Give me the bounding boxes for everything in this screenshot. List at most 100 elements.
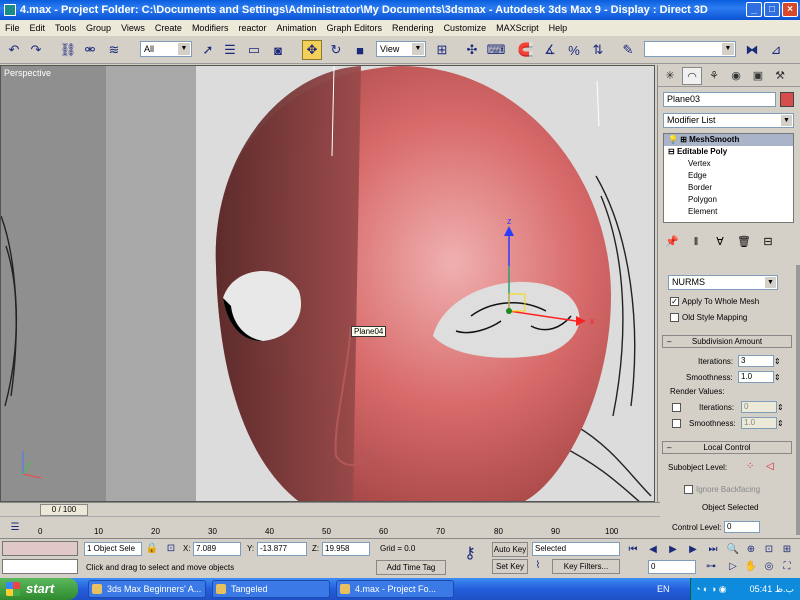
link-icon[interactable]: ⛓ (58, 40, 78, 60)
start-button[interactable]: start (0, 578, 78, 600)
go-to-start-icon[interactable]: ⏮ (626, 543, 640, 557)
reference-coord-dropdown[interactable]: View (376, 41, 426, 57)
lock-selection-icon[interactable]: 🔒 (145, 542, 159, 556)
y-coordinate-field[interactable]: -13.877 (257, 542, 307, 556)
maxscript-listener-mini[interactable] (2, 541, 78, 556)
close-button[interactable]: × (782, 2, 798, 17)
auto-key-button[interactable]: Auto Key (492, 542, 528, 557)
menu-edit[interactable]: Edit (25, 23, 51, 33)
field-of-view-icon[interactable]: ▷ (726, 560, 740, 574)
minimize-button[interactable]: _ (746, 2, 762, 17)
command-panel-scrollbar[interactable] (796, 265, 800, 535)
pin-stack-icon[interactable]: 📌 (663, 233, 681, 251)
subdivision-method-dropdown[interactable]: NURMS (668, 275, 778, 290)
smoothness-spinner[interactable]: 1.0 (738, 371, 774, 383)
menu-maxscript[interactable]: MAXScript (491, 23, 544, 33)
stack-item-meshsmooth[interactable]: 💡 ⊞ MeshSmooth (664, 134, 793, 146)
maximize-button[interactable]: □ (764, 2, 780, 17)
selection-filter-dropdown[interactable]: All (140, 41, 192, 57)
menu-create[interactable]: Create (150, 23, 187, 33)
create-tab-icon[interactable]: ✳ (660, 67, 680, 85)
render-smoothness-spinner[interactable]: 1.0 (741, 417, 777, 429)
current-frame-field[interactable]: 0 (648, 560, 696, 574)
make-unique-icon[interactable]: ∀ (711, 233, 729, 251)
viewport-label[interactable]: Perspective (4, 68, 51, 78)
previous-frame-icon[interactable]: ◀ (646, 543, 660, 557)
key-mode-toggle-icon[interactable]: ⊶ (704, 560, 718, 574)
next-frame-icon[interactable]: ▶ (686, 543, 700, 557)
set-key-button[interactable]: Set Key (492, 559, 528, 574)
menu-rendering[interactable]: Rendering (387, 23, 439, 33)
edge-subobject-icon[interactable]: ◁ (766, 461, 774, 472)
stack-item-polygon[interactable]: Polygon (664, 194, 793, 206)
time-slider-thumb[interactable]: 0 / 100 (40, 504, 88, 516)
object-name-field[interactable]: Plane03 (663, 92, 776, 107)
language-indicator[interactable]: EN (657, 578, 670, 600)
menu-graph-editors[interactable]: Graph Editors (322, 23, 388, 33)
unlink-icon[interactable]: ⚮ (80, 40, 100, 60)
x-coordinate-field[interactable]: 7.089 (193, 542, 241, 556)
z-coordinate-field[interactable]: 19.958 (322, 542, 370, 556)
render-iterations-checkbox[interactable] (672, 402, 681, 412)
set-key-icon[interactable]: ⚷ (458, 546, 482, 562)
select-by-name-icon[interactable]: ☰ (220, 40, 240, 60)
undo-icon[interactable]: ↶ (4, 40, 24, 60)
bind-spacewarp-icon[interactable]: ≋ (104, 40, 124, 60)
zoom-extents-all-icon[interactable]: ⊞ (780, 543, 794, 557)
object-color-swatch[interactable] (780, 92, 794, 107)
zoom-extents-icon[interactable]: ⊡ (762, 543, 776, 557)
tray-icons[interactable]: ◔ ◐ ◑ ◉ (695, 578, 727, 600)
select-and-scale-icon[interactable]: ■ (350, 40, 370, 60)
motion-tab-icon[interactable]: ◉ (726, 67, 746, 85)
zoom-icon[interactable]: 🔍 (726, 543, 740, 557)
perspective-viewport[interactable]: z x Perspective Plane04 (0, 65, 655, 502)
vertex-subobject-icon[interactable]: ⁘ (746, 461, 754, 472)
taskbar-item-browser[interactable]: 3ds Max Beginners' A... (88, 580, 206, 598)
modifier-list-dropdown[interactable]: Modifier List (663, 113, 794, 128)
menu-tools[interactable]: Tools (50, 23, 81, 33)
maxscript-listener-input[interactable] (2, 559, 78, 574)
local-control-rollout[interactable]: Local Control (662, 441, 792, 454)
utilities-tab-icon[interactable]: ⚒ (770, 67, 790, 85)
bulb-icon[interactable]: 💡 (668, 135, 678, 144)
remove-modifier-icon[interactable]: 🗑 (735, 233, 753, 251)
angle-snap-icon[interactable]: ∡ (540, 40, 560, 60)
spinner-snap-icon[interactable]: ⇅ (588, 40, 608, 60)
control-level-spinner[interactable]: 0 (724, 521, 760, 533)
taskbar-item-3dsmax[interactable]: 4.max - Project Fo... (336, 580, 454, 598)
track-bar[interactable]: ☰ 0 10 20 30 40 50 60 70 80 90 100 (0, 516, 660, 538)
spinner-arrows-icon[interactable]: ⇕ (777, 419, 784, 428)
select-object-icon[interactable]: ➚ (198, 40, 218, 60)
hierarchy-tab-icon[interactable]: ⚘ (704, 67, 724, 85)
select-manipulate-icon[interactable]: ✣ (462, 40, 482, 60)
mirror-icon[interactable]: ⧓ (742, 40, 762, 60)
configure-sets-icon[interactable]: ⊟ (759, 233, 777, 251)
key-filters-button[interactable]: Key Filters... (552, 559, 620, 574)
absolute-mode-icon[interactable]: ⊡ (164, 542, 178, 556)
key-mode-dropdown[interactable]: Selected (532, 542, 620, 556)
select-and-move-icon[interactable]: ✥ (302, 40, 322, 60)
select-and-rotate-icon[interactable]: ↻ (326, 40, 346, 60)
snaps-toggle-icon[interactable]: 🧲 (516, 40, 536, 60)
arc-rotate-icon[interactable]: ◎ (762, 560, 776, 574)
spinner-arrows-icon[interactable]: ⇕ (774, 357, 781, 366)
pivot-center-icon[interactable]: ⊞ (432, 40, 452, 60)
spinner-arrows-icon[interactable]: ⇕ (774, 373, 781, 382)
menu-customize[interactable]: Customize (439, 23, 492, 33)
render-smoothness-checkbox[interactable] (672, 418, 681, 428)
taskbar-item-folder[interactable]: Tangeled (212, 580, 330, 598)
menu-group[interactable]: Group (81, 23, 116, 33)
ignore-backfacing-checkbox[interactable]: Ignore Backfacing (684, 485, 760, 494)
stack-item-vertex[interactable]: Vertex (664, 158, 793, 170)
window-crossing-icon[interactable]: ◙ (268, 40, 288, 60)
rectangular-selection-icon[interactable]: ▭ (244, 40, 264, 60)
menu-file[interactable]: File (0, 23, 25, 33)
show-end-result-icon[interactable]: ‖ (687, 233, 705, 251)
iterations-spinner[interactable]: 3 (738, 355, 774, 367)
subdivision-amount-rollout[interactable]: Subdivision Amount (662, 335, 792, 348)
stack-item-border[interactable]: Border (664, 182, 793, 194)
menu-animation[interactable]: Animation (271, 23, 321, 33)
go-to-end-icon[interactable]: ⏭ (706, 543, 720, 557)
display-tab-icon[interactable]: ▣ (748, 67, 768, 85)
keyboard-shortcut-icon[interactable]: ⌨ (486, 40, 506, 60)
